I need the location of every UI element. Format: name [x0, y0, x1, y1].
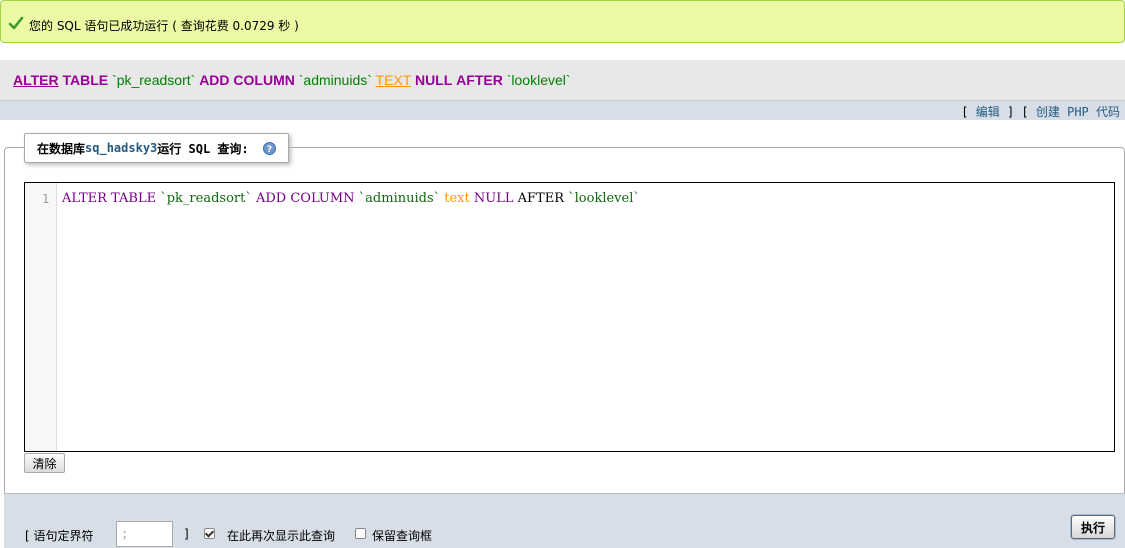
type-link[interactable]: TEXT [376, 72, 412, 88]
null-keyword: NULL [414, 72, 453, 88]
after-column-name: `looklevel` [506, 72, 571, 88]
code-after: AFTER [517, 191, 564, 206]
bracket-mid: ] [ [1006, 105, 1029, 119]
sql-actions: [ 编辑 ] [ 创建 PHP 代码 [961, 103, 1120, 120]
svg-text:?: ? [267, 145, 272, 155]
column-keyword: COLUMN [233, 72, 295, 88]
table-keyword: TABLE [62, 72, 109, 88]
delimiter-close-bracket: ] [184, 527, 189, 541]
code-null: NULL [473, 191, 514, 206]
edit-link[interactable]: 编辑 [976, 105, 1000, 119]
keep-query-box-label[interactable]: 保留查询框 [372, 527, 432, 544]
code-alter-table: ALTER TABLE [62, 191, 157, 206]
success-text: 您的 SQL 语句已成功运行 ( 查询花费 0.0729 秒 ) [29, 19, 299, 33]
success-check-icon [8, 16, 24, 30]
query-legend: 在数据库 sq_hadsky3 运行 SQL 查询: ? [24, 133, 289, 163]
column-name: `adminuids` [298, 72, 372, 88]
success-message: 您的 SQL 语句已成功运行 ( 查询花费 0.0729 秒 ) [0, 0, 1125, 43]
go-button[interactable]: 执行 [1071, 515, 1115, 539]
code-table-name: `pk_readsort` [160, 191, 252, 206]
line-number: 1 [42, 192, 50, 206]
sql-actions-band [0, 101, 1125, 120]
bracket-open: [ [961, 105, 969, 119]
add-keyword: ADD [199, 72, 230, 88]
code-type: text [444, 191, 470, 206]
database-name: sq_hadsky3 [85, 141, 158, 155]
code-column-name: `adminuids` [358, 191, 441, 206]
sql-editor[interactable]: 1 ALTER TABLE `pk_readsort` ADD COLUMN `… [24, 182, 1115, 452]
table-name: `pk_readsort` [112, 72, 196, 88]
show-query-label[interactable]: 在此再次显示此查询 [227, 527, 335, 544]
alter-keyword-link[interactable]: ALTER [13, 72, 59, 88]
create-php-link[interactable]: 创建 PHP 代码 [1036, 105, 1120, 119]
editor-code-line[interactable]: ALTER TABLE `pk_readsort` ADD COLUMN `ad… [62, 191, 640, 206]
legend-suffix: 运行 SQL 查询: [157, 141, 249, 156]
help-icon[interactable]: ? [262, 141, 276, 155]
legend-prefix: 在数据库 [37, 141, 86, 156]
editor-gutter: 1 [25, 183, 57, 451]
delimiter-input[interactable] [116, 521, 173, 547]
code-after-column: `looklevel` [568, 191, 640, 206]
code-add-column: ADD COLUMN [255, 191, 355, 206]
executed-sql: ALTER TABLE `pk_readsort` ADD COLUMN `ad… [13, 72, 571, 88]
show-query-checkbox[interactable] [204, 528, 215, 539]
clear-button[interactable]: 清除 [24, 453, 65, 473]
after-keyword: AFTER [456, 72, 503, 88]
delimiter-label: [ 语句定界符 [25, 529, 94, 543]
keep-query-box-checkbox[interactable] [355, 528, 366, 539]
